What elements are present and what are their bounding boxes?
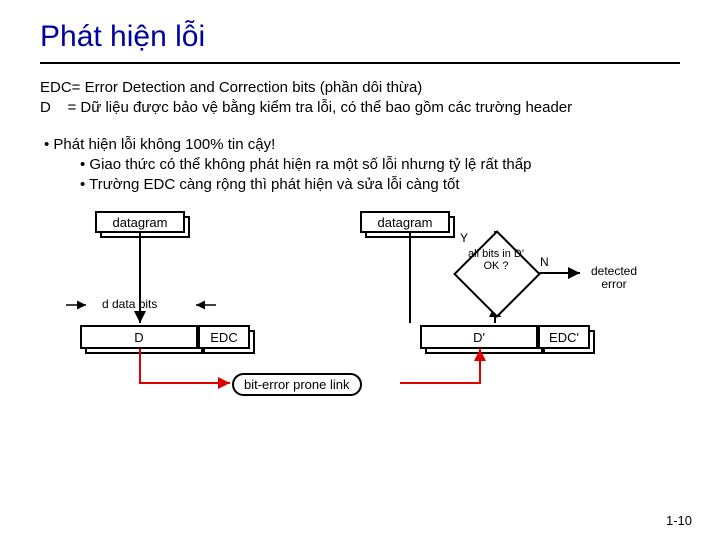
definitions-block: EDC= Error Detection and Correction bits… [40,78,680,119]
decision-no-label: N [540,255,549,269]
page-number: 1-10 [666,513,692,528]
edc-box: EDC [198,325,250,349]
def-edc: EDC= Error Detection and Correction bits… [40,78,680,98]
datagram-left-label: datagram [113,215,168,230]
d-prime-label: D' [473,330,485,345]
datagram-right-box: datagram [360,211,450,233]
d-prime-box: D' [420,325,538,349]
bullets-block: • Phát hiện lỗi không 100% tin cậy! • Gi… [40,135,680,196]
d-data-bits-label: d data bits [102,297,157,311]
edc-prime-box: EDC' [538,325,590,349]
link-label: bit-error prone link [244,377,350,392]
bullet-edc-width: • Trường EDC càng rộng thì phát hiện và … [80,175,680,195]
bullet-protocol: • Giao thức có thể không phát hiện ra mộ… [80,155,680,175]
d-box: D [80,325,198,349]
link-oval: bit-error prone link [232,373,362,396]
flow-diagram: datagram datagram all bits in D' OK ? Y … [40,205,680,415]
bullet-reliability: • Phát hiện lỗi không 100% tin cậy! [44,135,680,155]
def-d: D = Dữ liệu được bảo vệ bằng kiểm tra lỗ… [40,98,680,118]
slide-title: Phát hiện lỗi [40,20,680,56]
decision-text: all bits in D' OK ? [466,249,526,272]
edc-label: EDC [210,330,237,345]
d-label: D [134,330,143,345]
datagram-right-label: datagram [378,215,433,230]
edc-prime-label: EDC' [549,330,579,345]
datagram-left-box: datagram [95,211,185,233]
title-underline [40,62,680,64]
decision-yes-label: Y [460,231,468,245]
detected-error-label: detected error [584,265,644,291]
